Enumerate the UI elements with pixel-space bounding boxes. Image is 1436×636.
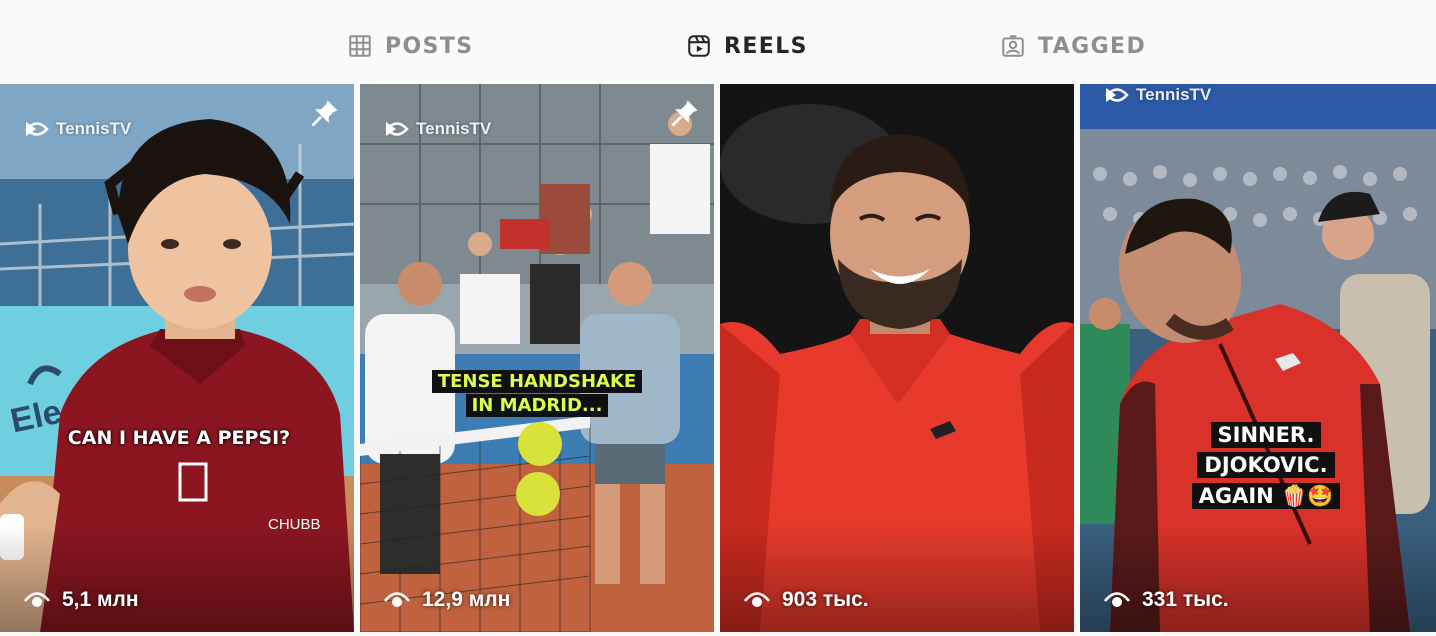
tab-tagged-label: TAGGED	[1038, 33, 1147, 59]
reel-caption: TENSE HANDSHAKE IN MADRID...	[402, 370, 672, 419]
eye-icon	[1104, 590, 1130, 610]
view-count-value: 5,1 млн	[62, 588, 139, 611]
tab-reels-label: REELS	[724, 33, 808, 59]
pin-icon	[670, 98, 700, 128]
reel-caption: CAN I HAVE A PEPSI?	[67, 427, 291, 449]
view-count-value: 331 тыс.	[1142, 588, 1229, 611]
eye-icon	[384, 590, 410, 610]
tennistv-logo-icon	[24, 118, 50, 140]
reel-tile[interactable]: TennisTV SINNER. DJOKOVIC. AGAIN 🍿🤩 331 …	[1080, 84, 1436, 632]
tab-posts-label: POSTS	[385, 33, 474, 59]
tab-reels[interactable]: REELS	[686, 30, 808, 62]
tennistv-watermark: TennisTV	[24, 118, 131, 140]
reels-grid: Electrolux CHUBB TennisTV	[0, 84, 1436, 636]
reel-thumbnail	[720, 84, 1074, 632]
tab-tagged[interactable]: TAGGED	[1000, 30, 1146, 62]
reel-thumbnail	[1080, 84, 1436, 632]
reels-icon	[686, 33, 712, 59]
reel-thumbnail: Electrolux CHUBB	[0, 84, 354, 632]
eye-icon	[24, 590, 50, 610]
grid-icon	[347, 33, 373, 59]
pin-icon	[310, 98, 340, 128]
reel-tile[interactable]: TennisTV TENSE HANDSHAKE IN MADRID... 12…	[360, 84, 714, 632]
reel-tile[interactable]: 903 тыс.	[720, 84, 1074, 632]
view-count: 331 тыс.	[1104, 588, 1229, 612]
profile-tabs: POSTS REELS TAGGED	[0, 0, 1436, 84]
view-count: 12,9 млн	[384, 588, 510, 612]
reel-thumbnail	[360, 84, 714, 632]
view-count-value: 12,9 млн	[422, 588, 511, 611]
view-count: 5,1 млн	[24, 588, 139, 612]
tab-posts[interactable]: POSTS	[347, 30, 474, 62]
view-count-value: 903 тыс.	[782, 588, 869, 611]
view-count: 903 тыс.	[744, 588, 869, 612]
tennistv-logo-icon	[1104, 84, 1130, 106]
reel-caption: SINNER. DJOKOVIC. AGAIN 🍿🤩	[1156, 420, 1376, 511]
tennistv-watermark: TennisTV	[384, 118, 491, 140]
tennistv-watermark: TennisTV	[1104, 84, 1211, 106]
reel-tile[interactable]: Electrolux CHUBB TennisTV	[0, 84, 354, 632]
eye-icon	[744, 590, 770, 610]
tagged-icon	[1000, 33, 1026, 59]
tennistv-logo-icon	[384, 118, 410, 140]
